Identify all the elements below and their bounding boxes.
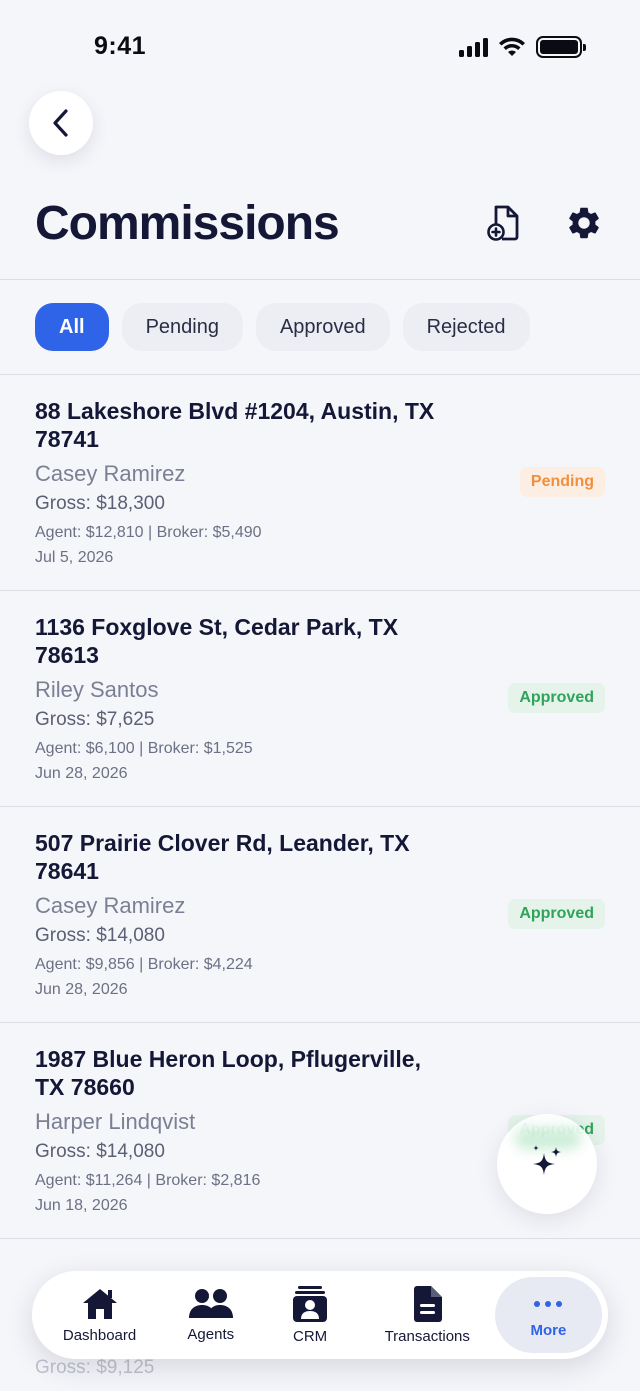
users-icon [188,1288,233,1318]
status-badge: Approved [508,683,605,713]
commission-date: Jul 5, 2026 [35,549,114,566]
filter-rejected[interactable]: Rejected [402,303,530,351]
commission-address: 1987 Blue Heron Loop, Pflugerville, TX 7… [35,1046,421,1100]
nav-label: CRM [292,1327,328,1345]
signal-icon [459,37,488,57]
wifi-icon [499,37,525,56]
commission-row[interactable]: 88 Lakeshore Blvd #1204, Austin, TX 7874… [0,375,640,591]
nav-label: Dashboard [62,1326,137,1344]
commission-row[interactable]: 1136 Foxglove St, Cedar Park, TX 78613 R… [0,591,640,807]
document-icon [414,1285,443,1322]
header-divider [0,279,640,280]
chevron-left-icon [53,109,68,137]
new-commission-button[interactable] [484,203,524,243]
status-icons [459,36,586,58]
nav-label: Agents [187,1325,235,1343]
filter-approved[interactable]: Approved [255,303,390,351]
battery-icon [536,36,586,58]
commission-row[interactable]: 507 Prairie Clover Rd, Leander, TX 78641… [0,807,640,1023]
nav-crm[interactable]: CRM [260,1277,359,1353]
commission-split: Agent: $6,100 | Broker: $1,525 [35,740,253,757]
page-title: Commissions [35,197,340,250]
commission-list: 88 Lakeshore Blvd #1204, Austin, TX 7874… [0,375,640,1391]
settings-button[interactable] [564,203,604,243]
ai-assistant-button[interactable] [497,1114,597,1214]
filter-bar: All Pending Approved Rejected [35,303,530,351]
commission-date: Jun 28, 2026 [35,765,128,782]
status-time: 9:41 [94,32,147,60]
nav-transactions[interactable]: Transactions [360,1277,495,1353]
more-icon [534,1292,563,1316]
nav-more[interactable]: More [494,1277,602,1353]
nav-label: Transactions [384,1327,470,1345]
header-actions [484,203,604,243]
commission-split: Agent: $9,856 | Broker: $4,224 [35,956,253,973]
status-bar: 9:41 [0,0,640,90]
bottom-nav: Dashboard Agents CRM Transactions More [32,1271,608,1359]
status-badge: Approved [508,899,605,929]
file-add-icon [487,205,519,241]
filter-all[interactable]: All [35,303,109,351]
status-badge: Pending [519,467,605,497]
gear-icon [569,207,599,239]
commission-gross: Gross: $18,300 [35,493,165,514]
sparkles-icon [533,1145,561,1175]
contacts-icon [293,1285,328,1322]
commission-address: 507 Prairie Clover Rd, Leander, TX 78641 [35,830,410,884]
nav-dashboard[interactable]: Dashboard [38,1277,161,1353]
nav-label: More [530,1321,567,1339]
commission-date: Jun 28, 2026 [35,981,128,998]
commission-address: 1136 Foxglove St, Cedar Park, TX 78613 [35,614,399,668]
filter-pending[interactable]: Pending [121,303,243,351]
nav-agents[interactable]: Agents [161,1277,260,1353]
back-button[interactable] [29,91,93,155]
commission-split: Agent: $12,810 | Broker: $5,490 [35,524,262,541]
home-icon [82,1288,117,1319]
commission-address: 88 Lakeshore Blvd #1204, Austin, TX 7874… [35,398,435,452]
